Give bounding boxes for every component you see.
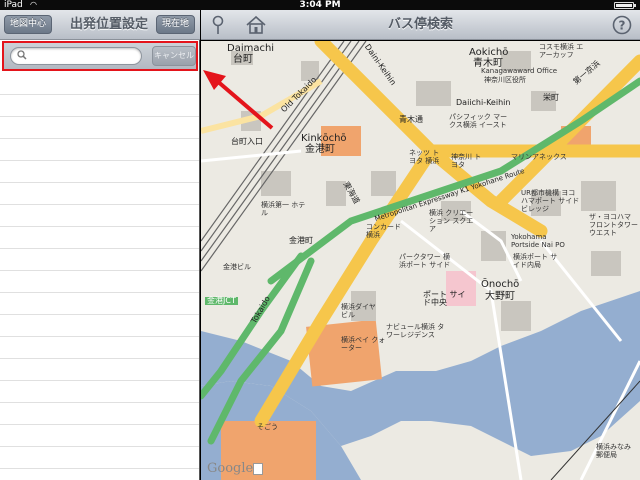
search-input[interactable] [29,49,137,63]
area-label-onocho-ja: 大野町 [485,291,515,302]
search-bar: キャンセル [2,41,198,71]
place-label-kanagawa-ward: 神奈川区役所 [484,76,526,84]
place-label-marine: マリンアネックス [511,153,567,161]
area-label-kinkocho-en: Kinkōchō [301,133,347,144]
search-icon [17,50,27,60]
place-label-sogo: そごう [257,423,278,431]
battery-icon [614,2,636,9]
area-label-daimachi-en: Daimachi [227,43,275,54]
area-label-kinkocho-ja: 金港町 [305,144,335,155]
place-label-kinko-jct: 金港JCT [205,296,238,305]
place-label-front-tower: ザ・ヨコハマ フロントタワー ウエスト [589,213,638,237]
area-label-onocho-en: Ōnochō [481,279,520,290]
place-label-dai-ichi-hotel: 横浜第一 ホテル [261,201,306,217]
place-label-kanagawa-toyota: 神奈川 トヨタ [451,153,482,169]
place-label-portside-po-ja: 横浜ポート サイド内局 [513,253,558,269]
map-view[interactable]: Daimachi 台町 Aokichō 青木町 Kinkōchō 金港町 Ōno… [201,41,640,480]
place-label-concord: コンカード 横浜 [366,223,401,239]
area-label-daimachi-ja: 台町 [233,54,253,65]
map-center-button[interactable]: 地図中心 [4,15,53,34]
svg-text:?: ? [619,19,626,33]
place-label-daimachi-iriguchi: 台町入口 [231,137,263,146]
place-label-pacific: パシフィック マークス横浜 イースト [449,113,508,129]
place-label-aokidori: 青木通 [399,115,423,124]
results-list[interactable] [0,73,199,480]
departure-nav-bar: 地図中心 出発位置設定 現在地 [0,10,200,40]
place-label-portside-po: Yokohama Portside Nai PO [511,233,565,249]
place-label-netsu: ネッツ トヨタ 横浜 [409,149,440,165]
map-nav-bar: バス停検索 ? [201,10,640,40]
current-location-button[interactable]: 現在地 [155,15,195,34]
help-icon[interactable]: ? [612,15,632,35]
place-label-kinko-building: 金港ビル [223,263,251,271]
map-title: バス停検索 [387,17,453,32]
road-label-daiichi-keihin: Daiichi-Keihin [456,98,511,107]
map-page-curl-icon[interactable] [253,463,263,475]
place-label-park-tower: パークタワー 横浜ポート サイド [399,253,451,269]
place-label-minami-post: 横浜みなみ 郵便局 [596,443,631,459]
place-label-kinkomachi: 金港町 [289,236,313,245]
search-field[interactable] [10,47,142,65]
place-label-bay-quarter: 横浜ベイ クォーター [341,336,386,352]
departure-title: 出発位置設定 [69,17,148,32]
area-label-aokicho-en: Aokichō [469,47,509,58]
google-logo: Google [207,461,254,476]
place-label-cosmo: コスモ横浜 エアーカッフ [539,43,584,59]
departure-panel: 地図中心 出発位置設定 現在地 キャンセル [0,10,200,480]
place-label-eiekimae: 栄町 [543,93,559,102]
cancel-button[interactable]: キャンセル [152,46,196,66]
place-label-creation-square: 横浜 クリエーション スクエア [429,209,474,233]
clock: 3:04 PM [299,0,341,10]
place-label-portside-center: ポート サイド中央 [423,290,466,307]
place-label-diamond: 横浜ダイヤ ビル [341,303,376,319]
place-label-nabule: ナビュール横浜 タワーレジデンス [386,323,445,339]
status-bar: iPad ◠ 3:04 PM [0,0,640,10]
place-label-ur: UR都市機構 ヨコハマポート サイドビレッジ [521,189,580,213]
place-label-kanagawa-office: Kanagawaward Office [481,67,558,75]
